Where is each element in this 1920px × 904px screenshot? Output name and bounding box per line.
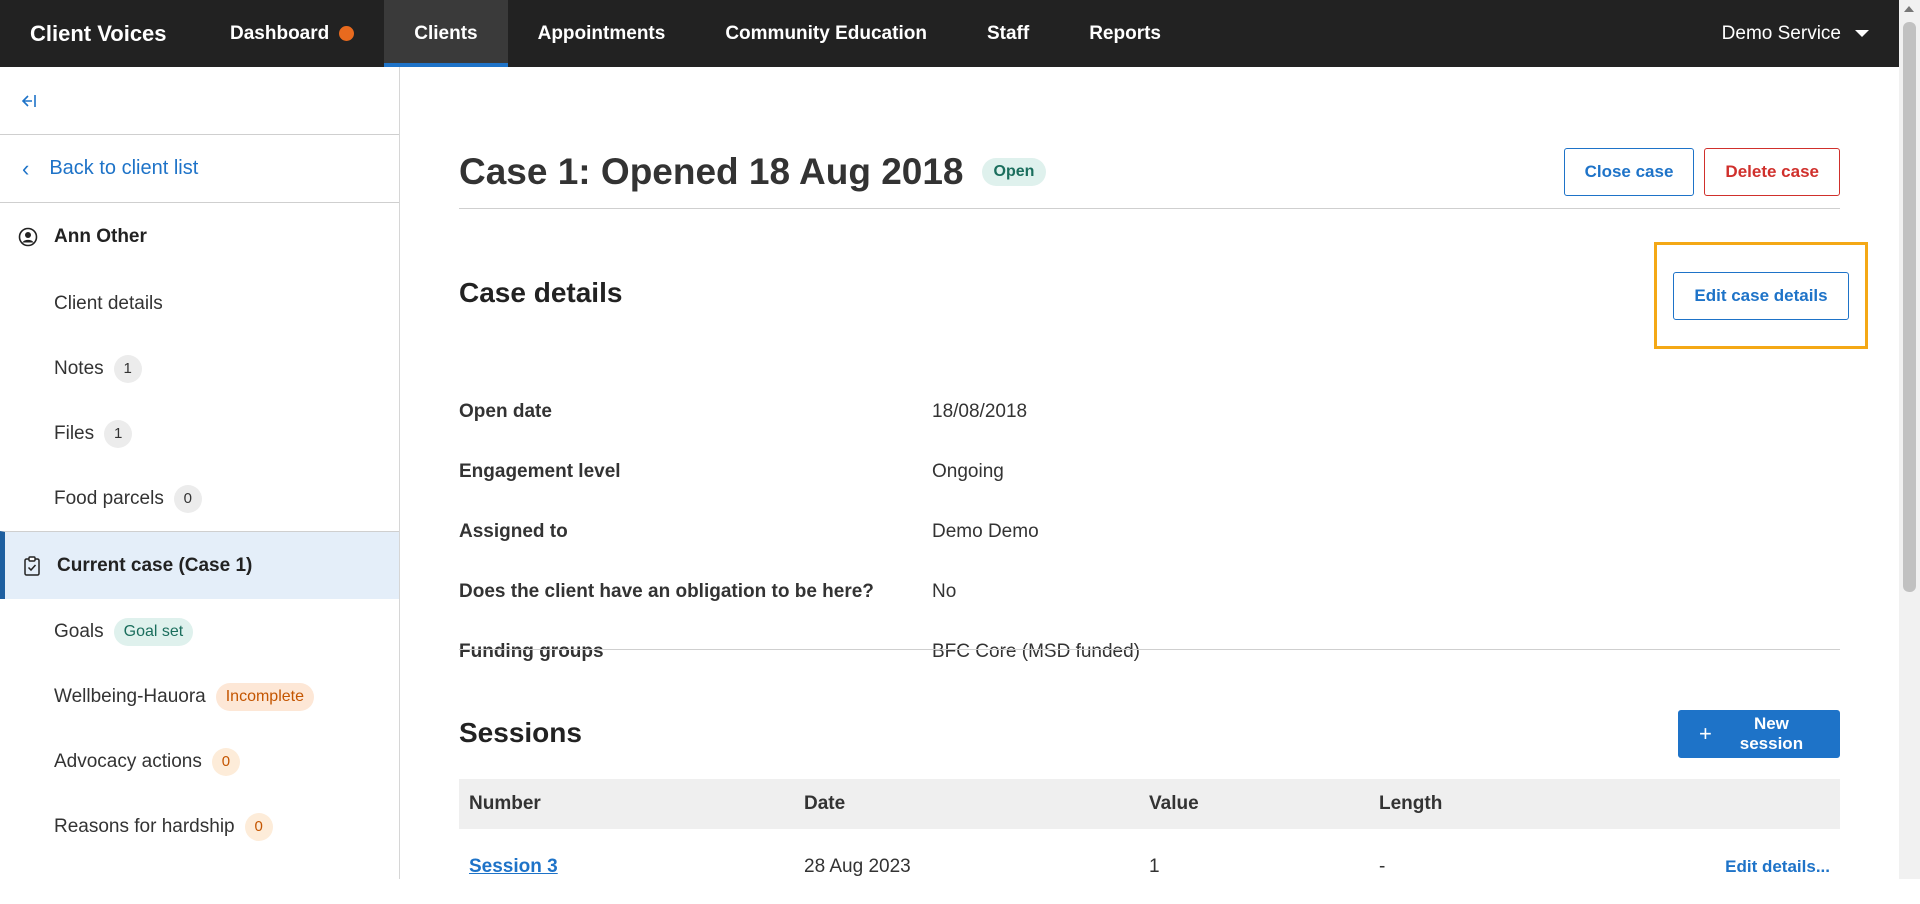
delete-case-button[interactable]: Delete case [1704, 148, 1840, 196]
detail-row: Does the client have an obligation to be… [459, 562, 1840, 622]
brand-logo[interactable]: Client Voices [0, 21, 200, 47]
detail-label: Open date [459, 401, 552, 422]
divider [459, 649, 1840, 650]
back-label: Back to client list [49, 157, 199, 179]
session-value: 1 [1149, 855, 1160, 877]
edit-highlight-box: Edit case details [1654, 242, 1868, 349]
column-header: Date [804, 793, 846, 814]
divider [459, 208, 1840, 209]
new-session-button[interactable]: + New session [1678, 710, 1840, 758]
session-link[interactable]: Session 3 [469, 856, 558, 877]
session-length: - [1379, 855, 1386, 877]
detail-row: Assigned to Demo Demo [459, 502, 1840, 562]
client-name: Ann Other [54, 226, 147, 247]
clipboard-check-icon [23, 555, 41, 576]
detail-value: Demo Demo [932, 521, 1039, 542]
sidebar-item-label: Goals [54, 620, 104, 642]
back-to-client-list-link[interactable]: ‹ Back to client list [0, 135, 399, 203]
goal-set-badge: Goal set [113, 617, 194, 646]
detail-value: BFC Core (MSD funded) [932, 641, 1141, 662]
sidebar: ‹ Back to client list Ann Other Client d… [0, 67, 400, 879]
chevron-left-icon: ‹ [22, 155, 30, 181]
nav-staff-label: Staff [986, 22, 1030, 44]
table-header: Number Date Value Length [459, 779, 1840, 829]
nav-clients-label: Clients [414, 22, 478, 44]
column-header: Value [1149, 793, 1199, 814]
sidebar-item-files[interactable]: Files 1 [0, 401, 399, 466]
session-date: 28 Aug 2023 [804, 855, 911, 877]
scroll-up-icon[interactable] [1904, 6, 1914, 12]
service-selector[interactable]: Demo Service [1722, 23, 1899, 45]
sidebar-item-label: Food parcels [54, 487, 164, 509]
sidebar-collapse-button[interactable] [0, 67, 399, 135]
status-badge: Open [981, 158, 1047, 186]
detail-label: Funding groups [459, 641, 604, 662]
service-name: Demo Service [1721, 22, 1841, 44]
detail-row: Open date 18/08/2018 [459, 382, 1840, 442]
detail-label: Does the client have an obligation to be… [459, 581, 874, 602]
case-actions: Close case Delete case [1563, 148, 1840, 196]
detail-label: Engagement level [459, 461, 621, 482]
nav-appointments-label: Appointments [537, 22, 666, 44]
nav-community-education-label: Community Education [725, 22, 927, 44]
food-parcels-count-badge: 0 [173, 484, 202, 513]
nav-reports[interactable]: Reports [1059, 0, 1191, 67]
edit-details-link[interactable]: Edit details... [1725, 857, 1830, 876]
plus-icon: + [1699, 721, 1712, 746]
close-case-button[interactable]: Close case [1563, 148, 1695, 196]
page-scrollbar[interactable] [1899, 0, 1920, 879]
sidebar-item-current-case[interactable]: Current case (Case 1) [0, 531, 399, 599]
case-details-heading: Case details [459, 277, 623, 308]
new-session-label: New session [1739, 714, 1804, 753]
detail-label: Assigned to [459, 521, 568, 542]
sidebar-item-label: Reasons for hardship [54, 815, 235, 837]
nav-dashboard-label: Dashboard [230, 22, 330, 44]
sidebar-item-label: Wellbeing-Hauora [54, 685, 206, 707]
sessions-table: Number Date Value Length Session 3 28 Au… [459, 779, 1840, 904]
files-count-badge: 1 [104, 419, 133, 448]
sidebar-item-notes[interactable]: Notes 1 [0, 336, 399, 401]
sidebar-item-label: Advocacy actions [54, 750, 202, 772]
incomplete-badge: Incomplete [215, 682, 314, 711]
top-navigation: Client Voices Dashboard Clients Appointm… [0, 0, 1899, 67]
detail-value: Ongoing [932, 461, 1004, 482]
column-header: Length [1379, 793, 1443, 814]
scroll-thumb[interactable] [1903, 22, 1916, 592]
sidebar-item-label: Files [54, 422, 95, 444]
nav-dashboard[interactable]: Dashboard [200, 0, 384, 67]
sidebar-item-advocacy-actions[interactable]: Advocacy actions 0 [0, 729, 399, 794]
sidebar-item-goals[interactable]: Goals Goal set [0, 599, 399, 664]
detail-value: 18/08/2018 [932, 401, 1028, 422]
column-header: Number [469, 793, 541, 814]
notes-count-badge: 1 [113, 354, 142, 383]
sidebar-item-food-parcels[interactable]: Food parcels 0 [0, 466, 399, 531]
detail-row: Engagement level Ongoing [459, 442, 1840, 502]
advocacy-count-badge: 0 [211, 747, 240, 776]
sidebar-client-header[interactable]: Ann Other [0, 203, 399, 271]
current-case-label: Current case (Case 1) [57, 554, 253, 576]
user-circle-icon [18, 227, 38, 247]
sidebar-item-label: Client details [54, 292, 163, 314]
case-header: Case 1: Opened 18 Aug 2018 Open Close ca… [459, 137, 1840, 207]
case-details-list: Open date 18/08/2018 Engagement level On… [459, 382, 1840, 682]
hardship-count-badge: 0 [244, 812, 273, 841]
nav-community-education[interactable]: Community Education [695, 0, 957, 67]
collapse-left-icon [21, 94, 36, 107]
sidebar-item-reasons-for-hardship[interactable]: Reasons for hardship 0 [0, 794, 399, 859]
notification-dot-icon [339, 26, 355, 41]
sessions-heading: Sessions [459, 717, 582, 748]
detail-value: No [932, 581, 957, 602]
detail-row: Funding groups BFC Core (MSD funded) [459, 622, 1840, 682]
sidebar-item-client-details[interactable]: Client details [0, 271, 399, 336]
nav-appointments[interactable]: Appointments [508, 0, 696, 67]
nav-reports-label: Reports [1089, 22, 1161, 44]
chevron-down-icon [1855, 30, 1869, 37]
edit-case-details-button[interactable]: Edit case details [1673, 271, 1849, 320]
sidebar-item-label: Notes [54, 357, 104, 379]
sidebar-item-wellbeing[interactable]: Wellbeing-Hauora Incomplete [0, 664, 399, 729]
nav-staff[interactable]: Staff [957, 0, 1059, 67]
nav-clients[interactable]: Clients [384, 0, 508, 67]
table-row: Session 3 28 Aug 2023 1 - Edit details..… [459, 829, 1840, 904]
page-title: Case 1: Opened 18 Aug 2018 [459, 151, 964, 192]
